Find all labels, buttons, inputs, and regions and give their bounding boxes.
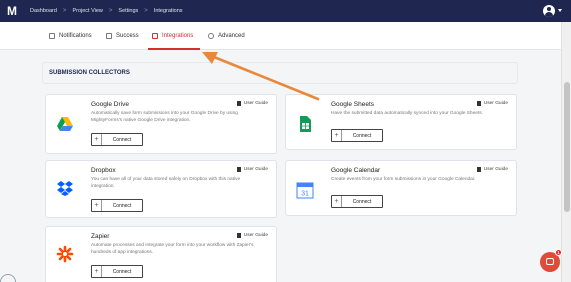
- annotation-arrow: [202, 52, 320, 101]
